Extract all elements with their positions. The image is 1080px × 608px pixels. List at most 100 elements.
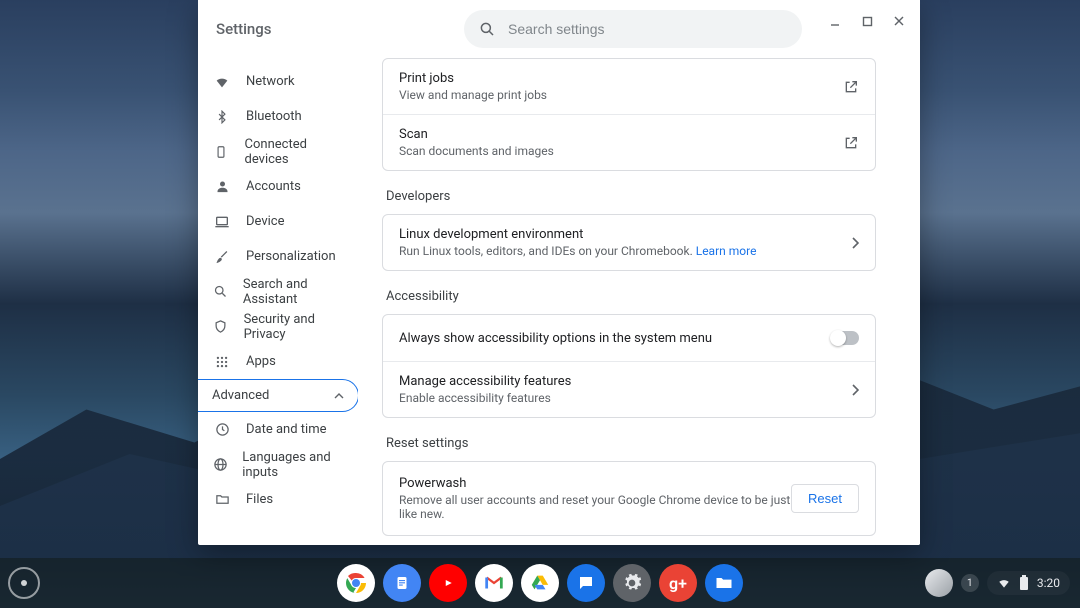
launcher-button[interactable]: [8, 567, 40, 599]
wifi-icon: [212, 74, 232, 90]
sidebar-item-bluetooth[interactable]: Bluetooth: [198, 99, 358, 134]
row-title: Manage accessibility features: [399, 374, 851, 389]
sidebar-item-label: Personalization: [246, 249, 336, 264]
sidebar-item-label: Apps: [246, 354, 276, 369]
external-link-icon: [843, 135, 859, 151]
sidebar-item-date-time[interactable]: Date and time: [198, 412, 358, 447]
files-app-icon[interactable]: [705, 564, 743, 602]
sidebar-item-label: Search and Assistant: [243, 277, 346, 307]
manage-accessibility-row[interactable]: Manage accessibility features Enable acc…: [383, 361, 875, 417]
scan-row[interactable]: Scan Scan documents and images: [383, 114, 875, 170]
settings-app-icon[interactable]: [613, 564, 651, 602]
sidebar-item-device[interactable]: Device: [198, 204, 358, 239]
sidebar-item-label: Accounts: [246, 179, 301, 194]
maximize-button[interactable]: [854, 8, 880, 34]
shield-icon: [212, 319, 230, 334]
row-subtitle: Enable accessibility features: [399, 391, 851, 405]
chevron-right-icon: [851, 384, 859, 396]
print-jobs-row[interactable]: Print jobs View and manage print jobs: [383, 59, 875, 114]
chevron-up-icon: [334, 391, 344, 401]
sidebar: Network Bluetooth Connected devices Acco…: [198, 58, 358, 545]
minimize-button[interactable]: [822, 8, 848, 34]
google-plus-app-icon[interactable]: g+: [659, 564, 697, 602]
row-subtitle: Scan documents and images: [399, 144, 843, 158]
sidebar-item-label: Network: [246, 74, 295, 89]
youtube-app-icon[interactable]: [429, 564, 467, 602]
clock-icon: [212, 422, 232, 437]
row-subtitle: Run Linux tools, editors, and IDEs on yo…: [399, 244, 851, 258]
accessibility-toggle[interactable]: [831, 331, 859, 345]
reset-button[interactable]: Reset: [791, 484, 859, 513]
learn-more-link[interactable]: Learn more: [696, 244, 757, 258]
always-show-accessibility-row[interactable]: Always show accessibility options in the…: [383, 315, 875, 361]
reset-heading: Reset settings: [386, 436, 876, 451]
wifi-tray-icon: [997, 576, 1011, 590]
print-scan-card: Print jobs View and manage print jobs Sc…: [382, 58, 876, 171]
close-button[interactable]: [886, 8, 912, 34]
powerwash-row: Powerwash Remove all user accounts and r…: [383, 462, 875, 535]
folder-icon: [212, 492, 232, 507]
accessibility-card: Always show accessibility options in the…: [382, 314, 876, 418]
bluetooth-icon: [212, 110, 232, 124]
developers-card: Linux development environment Run Linux …: [382, 214, 876, 271]
sidebar-item-security-privacy[interactable]: Security and Privacy: [198, 309, 358, 344]
search-icon: [212, 284, 229, 299]
sidebar-item-label: Languages and inputs: [242, 450, 346, 480]
reset-card: Powerwash Remove all user accounts and r…: [382, 461, 876, 536]
sidebar-item-label: Device: [246, 214, 285, 229]
clock: 3:20: [1037, 576, 1060, 590]
search-icon: [478, 20, 496, 38]
sidebar-item-accounts[interactable]: Accounts: [198, 169, 358, 204]
row-subtitle: Remove all user accounts and reset your …: [399, 493, 791, 521]
chevron-right-icon: [851, 237, 859, 249]
notification-badge[interactable]: 1: [961, 574, 979, 592]
external-link-icon: [843, 79, 859, 95]
page-title: Settings: [216, 20, 396, 38]
row-title: Print jobs: [399, 71, 843, 86]
shelf: g+ 1 3:20: [0, 558, 1080, 608]
sidebar-item-languages[interactable]: Languages and inputs: [198, 447, 358, 482]
content-area[interactable]: Print jobs View and manage print jobs Sc…: [358, 58, 920, 545]
grid-icon: [212, 355, 232, 369]
row-title: Always show accessibility options in the…: [399, 331, 831, 346]
sidebar-advanced-toggle[interactable]: Advanced: [198, 379, 359, 412]
battery-tray-icon: [1019, 575, 1029, 591]
shelf-apps: g+: [337, 564, 743, 602]
linux-env-row[interactable]: Linux development environment Run Linux …: [383, 215, 875, 270]
sidebar-item-network[interactable]: Network: [198, 64, 358, 99]
globe-icon: [212, 457, 228, 472]
sidebar-item-apps[interactable]: Apps: [198, 344, 358, 379]
sidebar-item-connected-devices[interactable]: Connected devices: [198, 134, 358, 169]
system-tray[interactable]: 1 3:20: [925, 558, 1070, 608]
messages-app-icon[interactable]: [567, 564, 605, 602]
sidebar-item-label: Date and time: [246, 422, 327, 437]
drive-app-icon[interactable]: [521, 564, 559, 602]
settings-window: Settings Network Bluetooth Connected dev…: [198, 0, 920, 545]
row-title: Linux development environment: [399, 227, 851, 242]
sidebar-item-files[interactable]: Files: [198, 482, 358, 517]
docs-app-icon[interactable]: [383, 564, 421, 602]
chrome-app-icon[interactable]: [337, 564, 375, 602]
sidebar-item-personalization[interactable]: Personalization: [198, 239, 358, 274]
developers-heading: Developers: [386, 189, 876, 204]
search-input[interactable]: [508, 21, 788, 37]
gmail-app-icon[interactable]: [475, 564, 513, 602]
header: Settings: [198, 0, 920, 58]
sidebar-advanced-label: Advanced: [212, 388, 269, 403]
accessibility-heading: Accessibility: [386, 289, 876, 304]
row-subtitle: View and manage print jobs: [399, 88, 843, 102]
person-icon: [212, 179, 232, 194]
search-box[interactable]: [464, 10, 802, 48]
sidebar-item-search-assistant[interactable]: Search and Assistant: [198, 274, 358, 309]
sidebar-item-label: Security and Privacy: [244, 312, 346, 342]
row-title: Scan: [399, 127, 843, 142]
sidebar-item-label: Bluetooth: [246, 109, 302, 124]
brush-icon: [212, 249, 232, 264]
row-title: Powerwash: [399, 476, 791, 491]
window-controls: [822, 8, 912, 34]
sidebar-item-label: Files: [246, 492, 273, 507]
phone-icon: [212, 145, 231, 159]
avatar-icon[interactable]: [925, 569, 953, 597]
laptop-icon: [212, 214, 232, 230]
sidebar-item-label: Connected devices: [245, 137, 346, 167]
